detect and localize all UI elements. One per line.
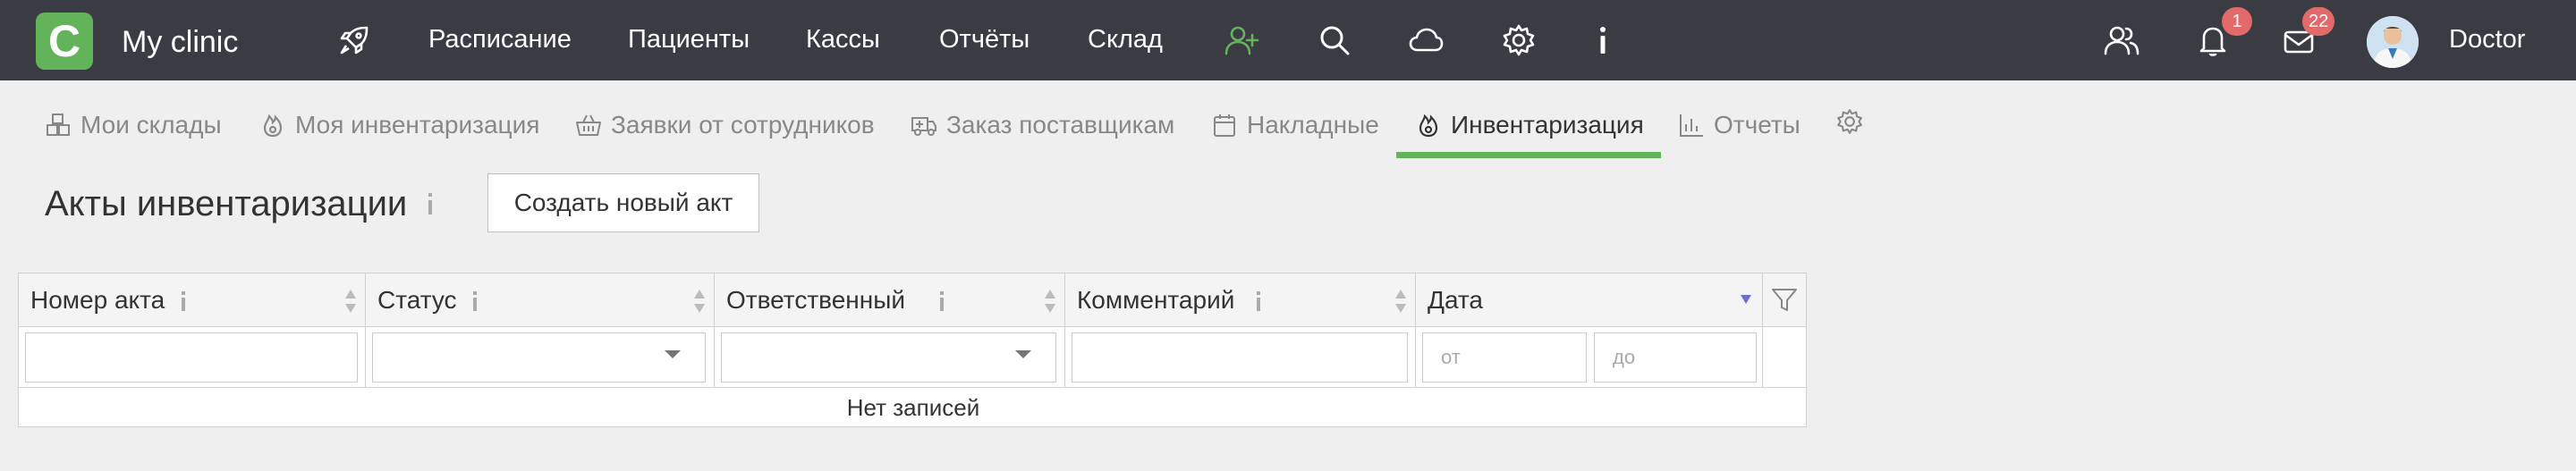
avatar[interactable] <box>2367 16 2419 68</box>
fire-icon <box>263 114 283 138</box>
tab-label: Мои склады <box>80 111 222 139</box>
chevron-down-icon <box>1015 350 1031 358</box>
sort-desc-icon[interactable] <box>1740 293 1752 320</box>
nav-reports[interactable]: Отчёты <box>939 25 1030 55</box>
staff-users-icon[interactable] <box>2104 22 2140 58</box>
tab-reports[interactable]: Отчеты <box>1678 107 1801 143</box>
column-label: Номер акта <box>30 286 165 314</box>
info-icon[interactable] <box>936 290 947 313</box>
tab-label: Отчеты <box>1714 111 1801 139</box>
logo-letter: C <box>47 16 81 66</box>
search-icon[interactable] <box>1317 22 1352 58</box>
nav-schedule[interactable]: Расписание <box>428 25 572 55</box>
tab-label: Инвентаризация <box>1451 111 1644 139</box>
empty-state-text: Нет записей <box>846 393 980 421</box>
column-label: Дата <box>1428 286 1484 314</box>
notifications-badge: 1 <box>2222 7 2252 36</box>
filter-cell-empty <box>1763 327 1806 388</box>
messages-badge: 22 <box>2302 7 2335 36</box>
column-header-status[interactable]: Статус <box>366 273 715 327</box>
tab-invoices[interactable]: Накладные <box>1211 107 1379 143</box>
sort-icon[interactable] <box>1044 288 1056 315</box>
column-header-number[interactable]: Номер акта <box>19 273 366 327</box>
date-to-input[interactable] <box>1594 332 1757 383</box>
inventory-acts-table: Номер акта Статус Ответственный Коммента… <box>18 273 1807 427</box>
filter-cell-comment <box>1065 327 1416 388</box>
app-logo[interactable]: C <box>36 13 93 70</box>
add-user-icon[interactable] <box>1224 22 1259 58</box>
date-from-input[interactable] <box>1422 332 1587 383</box>
nav-warehouse[interactable]: Склад <box>1088 25 1163 55</box>
tab-my-inventory[interactable]: Моя инвентаризация <box>259 107 539 143</box>
sort-icon[interactable] <box>1394 288 1407 315</box>
sort-icon[interactable] <box>344 288 357 315</box>
column-label: Ответственный <box>726 286 905 314</box>
comment-filter-input[interactable] <box>1072 332 1408 383</box>
info-icon[interactable] <box>1253 290 1264 313</box>
filter-icon[interactable] <box>1770 286 1799 315</box>
truck-icon <box>911 117 936 136</box>
tab-inventory[interactable]: Инвентаризация <box>1415 107 1644 143</box>
username[interactable]: Doctor <box>2449 25 2525 55</box>
tab-staff-requests[interactable]: Заявки от сотрудников <box>575 107 875 143</box>
tab-supplier-orders[interactable]: Заказ поставщикам <box>911 107 1174 143</box>
cubes-icon <box>47 114 70 136</box>
tab-my-warehouses[interactable]: Мои склады <box>45 107 222 143</box>
create-act-button[interactable]: Создать новый акт <box>487 173 759 232</box>
filter-cell-status <box>366 327 715 388</box>
info-icon[interactable] <box>1585 22 1621 58</box>
cloud-icon[interactable] <box>1408 22 1444 58</box>
tab-label: Моя инвентаризация <box>295 111 540 139</box>
fire-icon <box>1419 114 1438 138</box>
info-icon[interactable] <box>470 290 480 313</box>
status-filter-select[interactable] <box>372 332 706 383</box>
tab-label: Заказ поставщикам <box>946 111 1175 139</box>
column-header-filter <box>1763 273 1806 327</box>
info-icon[interactable] <box>178 290 189 313</box>
page-title: Акты инвентаризации <box>45 184 408 223</box>
column-header-comment[interactable]: Комментарий <box>1065 273 1416 327</box>
sort-icon[interactable] <box>693 288 706 315</box>
responsible-filter-select[interactable] <box>721 332 1056 383</box>
column-label: Статус <box>377 286 457 314</box>
basket-icon <box>576 114 601 136</box>
tab-label: Накладные <box>1247 111 1379 139</box>
active-tab-indicator <box>1396 152 1661 158</box>
nav-cashdesks[interactable]: Кассы <box>806 25 880 55</box>
column-label: Комментарий <box>1077 286 1235 314</box>
warehouse-settings-gear-icon[interactable] <box>1835 107 1864 136</box>
calendar-icon <box>1214 114 1235 137</box>
filter-cell-responsible <box>715 327 1065 388</box>
filter-cell-date <box>1416 327 1763 388</box>
chart-icon <box>1680 114 1703 137</box>
number-filter-input[interactable] <box>25 332 358 383</box>
tab-label: Заявки от сотрудников <box>611 111 875 139</box>
filter-cell-number <box>19 327 366 388</box>
column-header-responsible[interactable]: Ответственный <box>715 273 1065 327</box>
nav-patients[interactable]: Пациенты <box>628 25 750 55</box>
rocket-icon[interactable] <box>336 22 372 58</box>
column-header-date[interactable]: Дата <box>1416 273 1763 327</box>
chevron-down-icon <box>665 350 681 358</box>
title-info-icon[interactable] <box>424 191 436 216</box>
clinic-name[interactable]: My clinic <box>122 25 238 60</box>
settings-gear-icon[interactable] <box>1501 22 1537 58</box>
top-navbar: C My clinic Расписание Пациенты Кассы От… <box>0 0 2576 80</box>
